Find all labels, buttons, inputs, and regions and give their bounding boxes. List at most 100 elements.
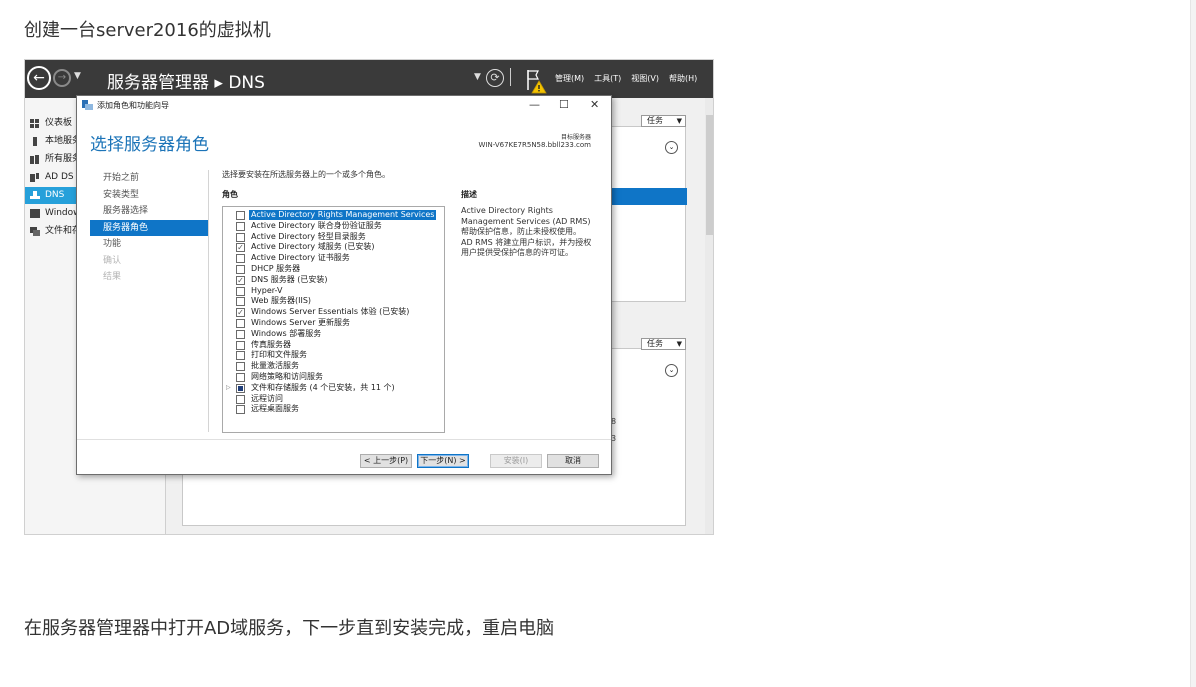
role-item[interactable]: Active Directory 证书服务: [223, 253, 444, 264]
server-icon: [33, 137, 37, 146]
role-checkbox[interactable]: [236, 221, 245, 231]
server-manager-menubar: 管理(M) 工具(T) 视图(V) 帮助(H): [555, 73, 697, 84]
role-label: 批量激活服务: [251, 361, 299, 371]
role-item[interactable]: ✓ Windows Server Essentials 体验 (已安装): [223, 307, 444, 318]
add-roles-wizard-dialog: 添加角色和功能向导 — ☐ ✕ 选择服务器角色 目标服务器 WIN-V67KE7…: [76, 95, 612, 475]
role-label: 远程访问: [251, 393, 283, 403]
dashboard-icon: [30, 119, 39, 128]
scrollbar-thumb[interactable]: [706, 115, 713, 235]
role-description: Active Directory Rights Management Servi…: [461, 206, 592, 257]
divider: [208, 170, 209, 432]
role-item[interactable]: Active Directory 联合身份验证服务: [223, 221, 444, 232]
role-item[interactable]: Hyper-V: [223, 286, 444, 297]
role-label: Active Directory 证书服务: [251, 253, 350, 263]
role-label: 网络策略和访问服务: [251, 372, 323, 381]
role-checkbox[interactable]: [236, 405, 245, 415]
install-button: 安装(I): [490, 454, 542, 468]
cancel-button[interactable]: 取消: [547, 454, 599, 468]
role-item[interactable]: 打印和文件服务: [223, 350, 444, 361]
step-server-roles[interactable]: 服务器角色: [90, 219, 208, 236]
role-checkbox[interactable]: ✓: [236, 243, 245, 253]
wizard-app-icon: [82, 100, 93, 110]
server-manager-header: ← → ▼ 服务器管理器 ▸ DNS ▼ ⟳ 管理(M) 工具(T) 视图(V)…: [25, 60, 713, 98]
role-checkbox[interactable]: ✓: [236, 308, 245, 318]
role-label: DNS 服务器 (已安装): [251, 274, 328, 284]
menu-tools[interactable]: 工具(T): [594, 73, 621, 84]
wizard-steps: 开始之前 安装类型 服务器选择 服务器角色 功能 确认 结果: [90, 170, 208, 286]
role-checkbox[interactable]: [236, 297, 245, 307]
maximize-icon[interactable]: ☐: [559, 98, 569, 111]
back-arrow-icon[interactable]: ←: [27, 66, 51, 90]
role-label: 传真服务器: [251, 339, 291, 349]
close-icon[interactable]: ✕: [590, 98, 599, 111]
role-item[interactable]: Active Directory 轻型目录服务: [223, 232, 444, 243]
sidebar-item-label: DNS: [45, 190, 65, 200]
role-item[interactable]: 批量激活服务: [223, 361, 444, 372]
roles-list[interactable]: Active Directory Rights Management Servi…: [222, 206, 445, 433]
menu-help[interactable]: 帮助(H): [669, 73, 697, 84]
sidebar-item-label: 仪表板: [45, 118, 73, 128]
notification-flag-icon[interactable]: [525, 68, 547, 94]
role-checkbox[interactable]: [236, 329, 245, 339]
role-checkbox[interactable]: [236, 232, 245, 242]
chevron-down-icon[interactable]: ⌄: [665, 141, 678, 154]
role-label: DHCP 服务器: [251, 264, 301, 273]
role-label: Windows Server 更新服务: [251, 318, 351, 327]
selected-row-highlight: [612, 188, 687, 205]
role-item[interactable]: Web 服务器(IIS): [223, 296, 444, 307]
role-checkbox[interactable]: [236, 265, 245, 274]
refresh-icon[interactable]: ⟳: [486, 69, 504, 87]
role-checkbox[interactable]: [236, 286, 245, 296]
role-checkbox[interactable]: ✓: [236, 275, 245, 285]
servers-icon: [30, 155, 39, 164]
role-label: Active Directory Rights Management Servi…: [247, 209, 438, 221]
forward-arrow-icon[interactable]: →: [53, 69, 71, 87]
tasks-dropdown[interactable]: 任务: [641, 338, 686, 350]
step-features[interactable]: 功能: [90, 236, 208, 253]
step-server-selection[interactable]: 服务器选择: [90, 203, 208, 220]
step-installation-type[interactable]: 安装类型: [90, 187, 208, 204]
target-server-label: 目标服务器: [560, 134, 591, 141]
role-item[interactable]: ▷ 文件和存储服务 (4 个已安装，共 11 个): [223, 383, 444, 394]
history-dropdown-icon[interactable]: ▼: [74, 71, 81, 81]
chevron-down-icon[interactable]: ⌄: [665, 364, 678, 377]
role-checkbox[interactable]: [236, 319, 245, 328]
wizard-titlebar: 添加角色和功能向导 — ☐ ✕: [77, 96, 611, 115]
role-item[interactable]: ✓ DNS 服务器 (已安装): [223, 275, 444, 286]
role-checkbox[interactable]: [236, 383, 245, 393]
role-checkbox[interactable]: [236, 362, 245, 372]
role-label: Windows 部署服务: [251, 328, 322, 338]
ad-ds-icon: [30, 173, 39, 182]
role-item[interactable]: 远程桌面服务: [223, 404, 444, 415]
role-item[interactable]: Windows Server 更新服务: [223, 318, 444, 329]
role-item[interactable]: 远程访问: [223, 394, 444, 405]
dropdown-icon[interactable]: ▼: [474, 72, 481, 82]
role-checkbox[interactable]: [236, 254, 245, 264]
menu-view[interactable]: 视图(V): [631, 73, 659, 84]
role-item[interactable]: Windows 部署服务: [223, 329, 444, 340]
step-confirmation: 确认: [103, 255, 122, 266]
next-button[interactable]: 下一步(N) >: [417, 454, 469, 468]
page-scrollbar[interactable]: [1190, 0, 1196, 687]
role-checkbox[interactable]: [236, 340, 245, 350]
role-checkbox[interactable]: [236, 211, 245, 220]
role-checkbox[interactable]: [236, 373, 245, 382]
role-label: Web 服务器(IIS): [251, 296, 312, 306]
instruction-text: 选择要安装在所选服务器上的一个或多个角色。: [222, 170, 390, 179]
role-label: 打印和文件服务: [251, 350, 307, 360]
role-item[interactable]: 网络策略和访问服务: [223, 372, 444, 383]
role-item[interactable]: DHCP 服务器: [223, 264, 444, 275]
role-item[interactable]: ✓ Active Directory 域服务 (已安装): [223, 242, 444, 253]
previous-button[interactable]: < 上一步(P): [360, 454, 412, 468]
step-before-you-begin[interactable]: 开始之前: [90, 170, 208, 187]
role-checkbox[interactable]: [236, 351, 245, 361]
expand-icon[interactable]: ▷: [226, 383, 231, 393]
menu-manage[interactable]: 管理(M): [555, 73, 584, 84]
role-item[interactable]: 传真服务器: [223, 340, 444, 351]
minimize-icon[interactable]: —: [529, 98, 540, 111]
role-label: Active Directory 域服务 (已安装): [251, 242, 375, 252]
role-item[interactable]: Active Directory Rights Management Servi…: [223, 209, 444, 221]
role-checkbox[interactable]: [236, 394, 245, 404]
roles-header: 角色: [222, 190, 238, 199]
tasks-dropdown[interactable]: 任务: [641, 115, 686, 127]
